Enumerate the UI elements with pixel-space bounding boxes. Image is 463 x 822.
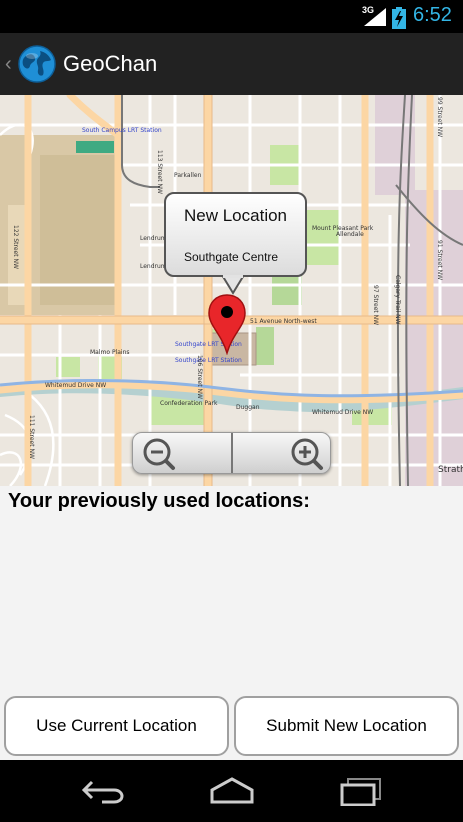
zoom-out-icon (143, 438, 175, 470)
map-label-lendrum: Lendrum (140, 235, 167, 242)
system-nav-bar (0, 760, 463, 822)
map-view[interactable]: South Campus LRT Station Parkallen Lendr… (0, 95, 463, 486)
map-label-111-street: 111 Street NW (28, 415, 35, 459)
action-bar: ‹ GeoChan (0, 33, 463, 95)
map-label-106-street: 106 Street NW (196, 355, 203, 399)
zoom-out-button[interactable] (133, 433, 231, 473)
previous-locations-heading: Your previously used locations: (8, 490, 310, 512)
zoom-controls (132, 432, 331, 474)
home-icon[interactable] (208, 776, 256, 806)
map-label-calgary-trail: Calgary Trail NW (394, 275, 401, 325)
battery-charging-icon (392, 7, 406, 29)
map-label-97-street: 97 Street NW (372, 285, 379, 325)
map-label-parkallen: Parkallen (174, 172, 202, 179)
zoom-in-button[interactable] (233, 433, 331, 473)
map-label-113-street: 113 Street NW (156, 150, 163, 194)
map-label-southgate-lrt-2: Southgate LRT Station (175, 357, 242, 364)
submit-new-location-button[interactable]: Submit New Location (234, 696, 459, 756)
status-bar: 3G 6:52 (0, 0, 463, 33)
use-current-location-button[interactable]: Use Current Location (4, 696, 229, 756)
recent-apps-icon[interactable] (338, 776, 384, 806)
map-label-duggan: Duggan (236, 404, 260, 411)
map-label-51-avenue: 51 Avenue North-west (250, 318, 317, 325)
map-label-south-campus: South Campus LRT Station (82, 127, 162, 134)
callout-title: New Location (184, 206, 288, 225)
map-label-122-street: 122 Street NW (12, 225, 19, 269)
callout-tail (222, 275, 244, 295)
map-label-strath: Strath (438, 465, 463, 475)
callout-subtitle: Southgate Centre (184, 250, 279, 264)
map-label-whitemud: Whitemud Drive NW (45, 382, 106, 389)
map-label-malmo: Malmo Plains (90, 349, 130, 356)
map-label-whitemud-2: Whitemud Drive NW (312, 409, 373, 416)
globe-icon[interactable] (18, 45, 56, 83)
back-icon[interactable] (80, 776, 126, 806)
location-callout[interactable]: New Location Southgate Centre (164, 192, 307, 277)
app-title: GeoChan (63, 51, 158, 76)
map-label-91-street: 91 Street NW (436, 240, 443, 280)
signal-icon (364, 8, 386, 26)
content-panel: Your previously used locations: Use Curr… (0, 486, 463, 760)
clock: 6:52 (413, 4, 452, 26)
zoom-in-icon (291, 438, 323, 470)
up-navigation-icon[interactable]: ‹ (5, 53, 12, 76)
map-label-99-street: 99 Street NW (436, 97, 443, 137)
map-label-confederation: Confederation Park (160, 400, 218, 407)
map-label-allendale: Allendale (336, 231, 364, 238)
previous-locations-list[interactable] (0, 518, 463, 688)
map-marker-icon[interactable] (207, 293, 247, 355)
